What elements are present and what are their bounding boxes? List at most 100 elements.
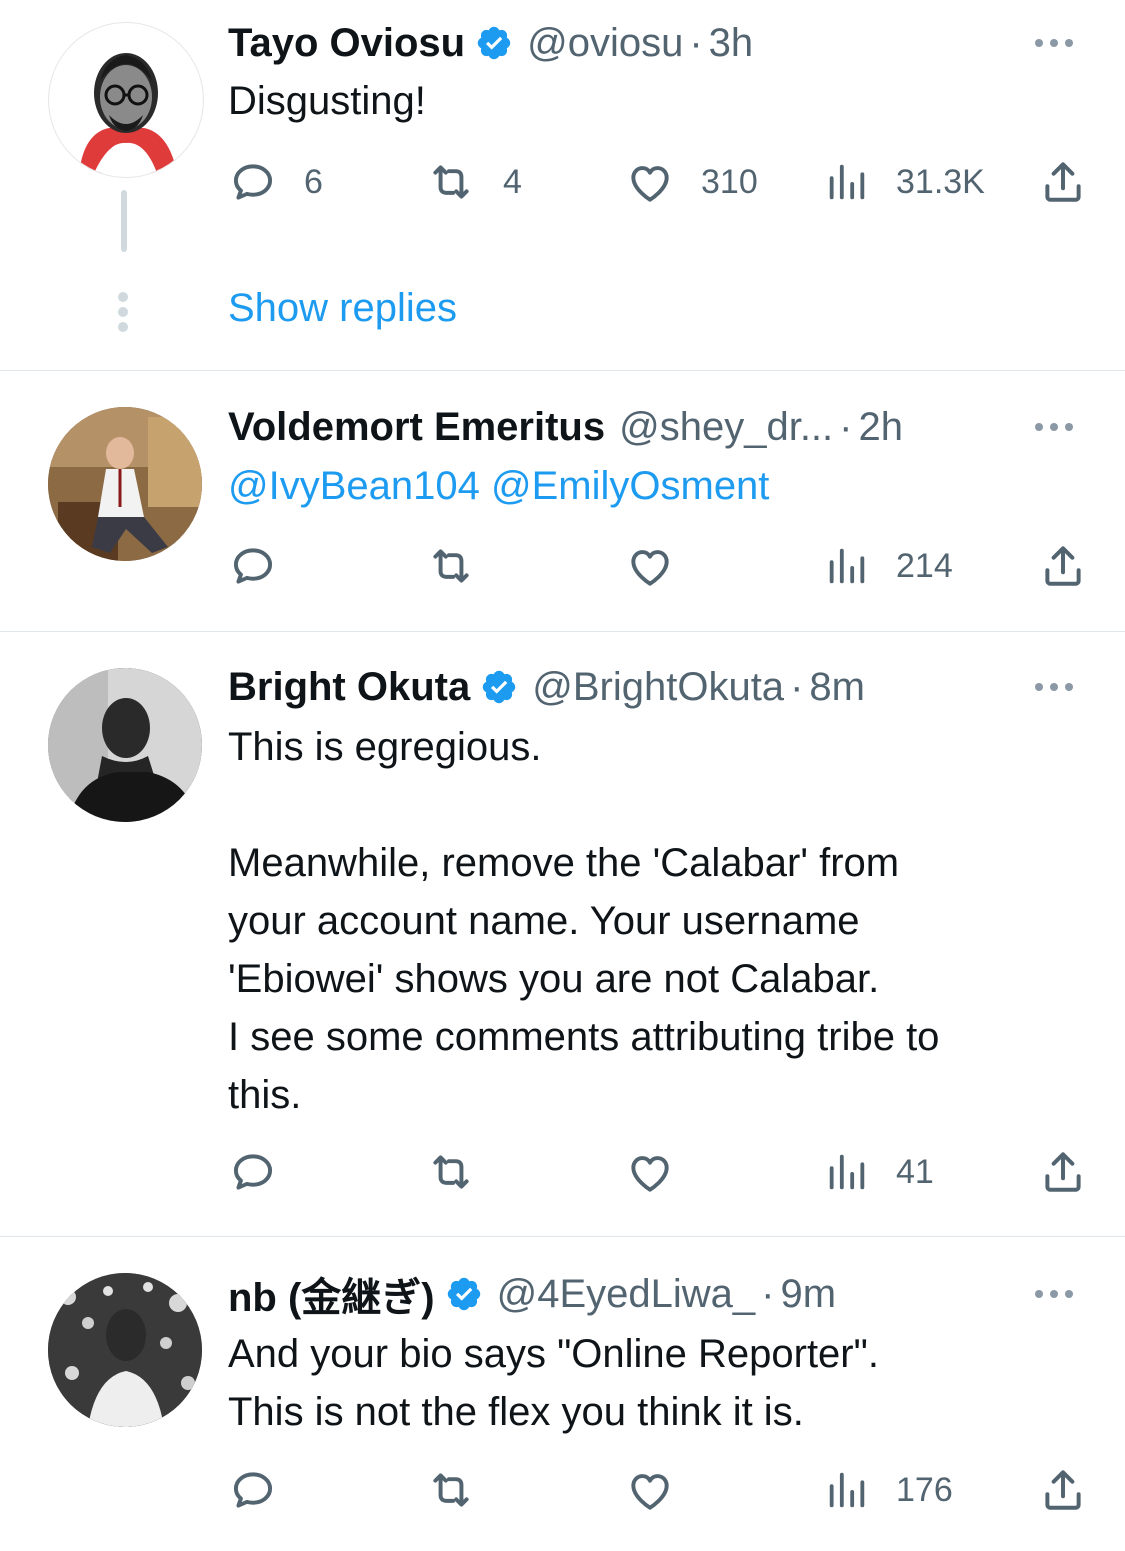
reply-icon xyxy=(233,1154,273,1190)
mention-link[interactable]: @EmilyOsment xyxy=(491,464,769,508)
tweet[interactable]: Tayo Oviosu @oviosu · 3h Disgusting! 6 4… xyxy=(0,0,1125,370)
retweet-icon xyxy=(433,1155,469,1189)
views-button[interactable]: 31.3K xyxy=(824,157,985,207)
tweet-text-line: @IvyBean104 @EmilyOsment xyxy=(228,457,1069,515)
share-icon xyxy=(1045,546,1081,586)
separator-dot: · xyxy=(689,20,703,65)
thread-line xyxy=(121,190,127,252)
avatar-photo xyxy=(48,407,202,561)
views-button[interactable]: 214 xyxy=(824,541,953,591)
reply-button[interactable] xyxy=(228,1147,278,1197)
separator-dot: · xyxy=(790,664,804,709)
tweet-text-line xyxy=(228,776,1069,834)
more-icon[interactable] xyxy=(1035,423,1073,431)
like-button[interactable]: 310 xyxy=(625,157,758,207)
timestamp[interactable]: 2h xyxy=(858,405,903,450)
verified-badge-icon xyxy=(480,668,518,706)
tweet[interactable]: Voldemort Emeritus @shey_dr... · 2h @Ivy… xyxy=(0,371,1125,631)
user-handle[interactable]: @BrightOkuta xyxy=(532,665,784,710)
mention-link[interactable]: @IvyBean104 xyxy=(228,464,480,508)
tweet-text-line: I see some comments attributing tribe to xyxy=(228,1015,940,1059)
tweet[interactable]: Bright Okuta @BrightOkuta · 8m This is e… xyxy=(0,632,1125,1236)
tweet-text-line: This is not the flex you think it is. xyxy=(228,1390,804,1434)
views-icon xyxy=(829,548,865,584)
reply-icon xyxy=(233,1472,273,1508)
retweet-button[interactable] xyxy=(425,541,477,591)
timestamp[interactable]: 3h xyxy=(709,21,754,66)
reply-count: 6 xyxy=(304,162,323,201)
tweet-actions: 176 xyxy=(0,1465,1125,1515)
tweet-text-line: your account name. Your username xyxy=(228,899,860,943)
views-icon xyxy=(829,1472,865,1508)
view-count: 41 xyxy=(896,1152,934,1191)
display-name[interactable]: Voldemort Emeritus xyxy=(228,405,605,450)
thread-ellipsis-icon xyxy=(118,292,128,332)
reply-button[interactable]: 6 xyxy=(228,157,323,207)
avatar[interactable] xyxy=(48,1273,202,1427)
tweet-header: nb (金継ぎ) @4EyedLiwa_ · 9m xyxy=(228,1267,1125,1321)
reply-button[interactable] xyxy=(228,1465,278,1515)
timestamp[interactable]: 9m xyxy=(781,1272,837,1317)
tweet-text: Disgusting! xyxy=(228,72,1069,130)
timestamp[interactable]: 8m xyxy=(809,665,865,710)
retweet-icon xyxy=(433,549,469,583)
retweet-icon xyxy=(433,1473,469,1507)
show-replies-link[interactable]: Show replies xyxy=(228,286,457,331)
more-icon[interactable] xyxy=(1035,1290,1073,1298)
tweet[interactable]: nb (金継ぎ) @4EyedLiwa_ · 9m And your bio s… xyxy=(0,1237,1125,1551)
share-button[interactable] xyxy=(1038,1465,1088,1515)
heart-icon xyxy=(631,1474,669,1510)
retweet-count: 4 xyxy=(503,162,522,201)
like-button[interactable] xyxy=(625,1465,675,1515)
user-handle[interactable]: @4EyedLiwa_ xyxy=(497,1272,756,1317)
reply-icon xyxy=(233,164,273,200)
heart-icon xyxy=(631,550,669,586)
tweet-text-line: This is egregious. xyxy=(228,725,542,769)
views-button[interactable]: 176 xyxy=(824,1465,953,1515)
tweet-header: Bright Okuta @BrightOkuta · 8m xyxy=(228,660,1125,714)
verified-badge-icon xyxy=(445,1275,483,1313)
display-name[interactable]: nb (金継ぎ) xyxy=(228,1265,435,1323)
avatar[interactable] xyxy=(48,407,202,561)
share-button[interactable] xyxy=(1038,541,1088,591)
verified-badge-icon xyxy=(475,24,513,62)
tweet-text-line: Disgusting! xyxy=(228,79,426,123)
reply-button[interactable] xyxy=(228,541,278,591)
share-icon xyxy=(1045,162,1081,202)
tweet-text: This is egregious. Meanwhile, remove the… xyxy=(228,718,1069,1124)
more-icon[interactable] xyxy=(1035,39,1073,47)
view-count: 31.3K xyxy=(896,162,985,201)
share-icon xyxy=(1045,1470,1081,1510)
retweet-button[interactable] xyxy=(425,1465,477,1515)
avatar-photo xyxy=(48,668,202,822)
avatar-photo xyxy=(48,1273,202,1427)
retweet-button[interactable] xyxy=(425,1147,477,1197)
tweet-actions: 6 4 310 31.3K xyxy=(0,157,1125,207)
like-button[interactable] xyxy=(625,541,675,591)
tweet-text-line: 'Ebiowei' shows you are not Calabar. xyxy=(228,957,880,1001)
tweet-actions: 41 xyxy=(0,1147,1125,1197)
user-handle[interactable]: @shey_dr... xyxy=(619,405,833,450)
views-icon xyxy=(829,1154,865,1190)
tweet-text: And your bio says "Online Reporter". Thi… xyxy=(228,1325,1069,1441)
tweet-text-line: this. xyxy=(228,1073,302,1117)
avatar[interactable] xyxy=(48,668,202,822)
heart-icon xyxy=(631,1156,669,1192)
user-handle[interactable]: @oviosu xyxy=(527,21,683,66)
retweet-icon xyxy=(433,165,469,199)
display-name[interactable]: Tayo Oviosu xyxy=(228,21,465,66)
view-count: 176 xyxy=(896,1470,953,1509)
share-button[interactable] xyxy=(1038,1147,1088,1197)
like-button[interactable] xyxy=(625,1147,675,1197)
more-icon[interactable] xyxy=(1035,683,1073,691)
like-count: 310 xyxy=(701,162,758,201)
display-name[interactable]: Bright Okuta xyxy=(228,665,470,710)
separator-dot: · xyxy=(761,1271,775,1316)
tweet-text-line: And your bio says "Online Reporter". xyxy=(228,1332,879,1376)
retweet-button[interactable]: 4 xyxy=(425,157,522,207)
tweet-text-line: Meanwhile, remove the 'Calabar' from xyxy=(228,841,900,885)
views-button[interactable]: 41 xyxy=(824,1147,934,1197)
avatar[interactable] xyxy=(48,22,204,178)
views-icon xyxy=(829,164,865,200)
share-button[interactable] xyxy=(1038,157,1088,207)
